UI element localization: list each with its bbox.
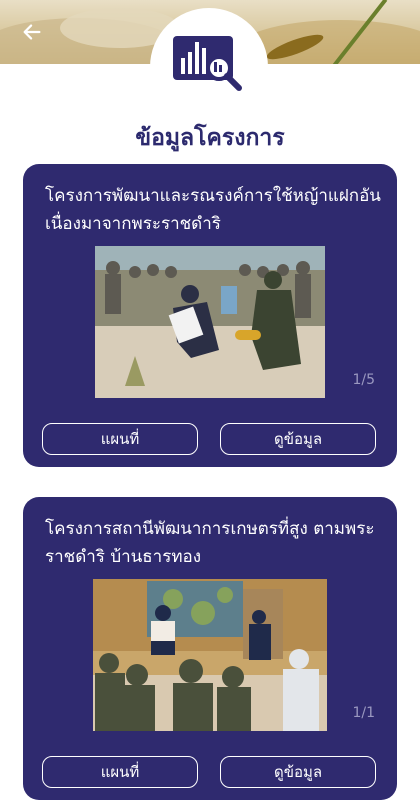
chart-magnifier-icon [173,36,242,91]
map-button[interactable]: แผนที่ [42,756,198,788]
project-card: โครงการพัฒนาและรณรงค์การใช้หญ้าแฝกอันเนื… [23,164,397,467]
view-details-button[interactable]: ดูข้อมูล [220,423,376,455]
page-title: ข้อมูลโครงการ [135,125,285,151]
project-card: โครงการสถานีพัฒนาการเกษตรที่สูง ตามพระรา… [23,497,397,800]
image-counter: 1/5 [352,372,375,388]
project-title: โครงการพัฒนาและรณรงค์การใช้หญ้าแฝกอันเนื… [45,186,381,234]
project-title: โครงการสถานีพัฒนาการเกษตรที่สูง ตามพระรา… [45,519,375,567]
view-details-button[interactable]: ดูข้อมูล [220,756,376,788]
map-button[interactable]: แผนที่ [42,423,198,455]
image-counter: 1/1 [352,705,375,721]
project-photo[interactable] [95,246,325,398]
project-photo[interactable] [93,579,327,731]
back-button[interactable] [18,18,46,46]
arrow-left-icon [23,24,41,40]
page-icon-badge [150,8,268,126]
